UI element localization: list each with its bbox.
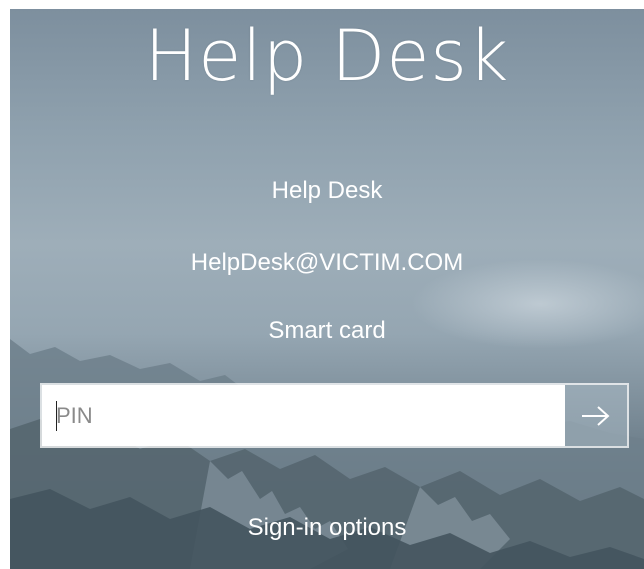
- account-display-name: Help Desk: [271, 177, 383, 204]
- text-caret: [56, 401, 57, 431]
- arrow-right-icon: [582, 405, 610, 426]
- lock-screen: Help Desk Help Desk HelpDesk@VICTIM.COM …: [10, 9, 644, 569]
- account-email: HelpDesk@VICTIM.COM: [190, 249, 464, 276]
- pin-entry-row: [40, 383, 629, 448]
- pin-input[interactable]: [42, 385, 565, 446]
- sign-in-method-label: Smart card: [268, 317, 386, 344]
- sign-in-options-link[interactable]: Sign-in options: [10, 514, 644, 542]
- submit-button[interactable]: [565, 385, 627, 446]
- page-title: Help Desk: [144, 15, 510, 97]
